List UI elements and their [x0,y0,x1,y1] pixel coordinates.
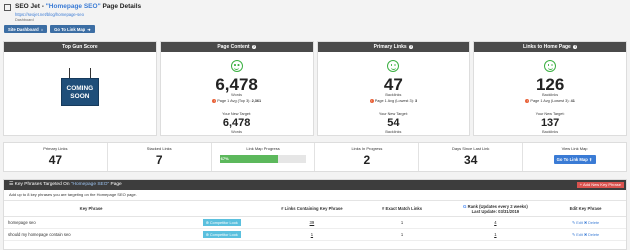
key-phrases-panel: ☰ Key Phrases Targeted On "Homepage SEO"… [3,179,627,250]
smiley-icon [544,60,557,72]
coming-soon-sign: COMING SOON [60,68,99,106]
warning-icon: ! [369,99,374,103]
top-gun-card: Top Gun Score COMING SOON [3,41,157,136]
rank-link[interactable]: 1 [494,232,496,237]
edit-link[interactable]: ✎ Edit [572,233,583,237]
list-icon: ☰ [9,182,14,187]
stat-link-map-progress: Link Map Progress 67% [212,143,316,171]
warning-icon: ! [525,99,530,103]
primary-links-count: 47 [383,75,403,94]
target-value: 54 [387,117,400,129]
smiley-icon [387,60,400,72]
warning-icon: ! [212,99,217,103]
home-icon: ⌂ [40,26,44,32]
progress-bar: 67% [219,155,307,163]
smiley-icon [230,60,243,72]
stat-view-link-map: View Link Map Go To Link Map ⇪ [523,143,626,171]
target-value: 6,478 [222,117,251,129]
col-key-phrase: Key Phrase [4,200,179,217]
card-title: Links to Home Page ? [474,42,626,52]
card-title: Top Gun Score [4,42,156,52]
arrow-icon: ➜ [87,26,91,32]
stats-bar: Primary Links 47 Stacked Links 7 Link Ma… [3,142,627,172]
col-links-containing: # Links Containing Key Phrase [265,200,359,217]
primary-links-card: Primary Links ? 47 Backlinks ! Page 1 Av… [316,41,471,136]
edit-link[interactable]: ✎ Edit [572,221,583,225]
summary-cards: Top Gun Score COMING SOON Page Content ? … [3,41,627,136]
col-rank: G Rank (Updates every 2 weeks) Last Updat… [445,200,546,217]
upload-icon: ⇪ [588,157,593,162]
page-header: SEO Jet - "Homepage SEO" Page Details ht… [4,3,624,33]
key-phrases-table: Key Phrase # Links Containing Key Phrase… [4,200,626,241]
help-icon[interactable]: ? [573,44,578,49]
header-buttons: Site Dashboard ⌂ Go To Link Map ➜ [4,25,95,33]
home-links-count: 126 [535,75,565,94]
page-title: SEO Jet - "Homepage SEO" Page Details [15,3,142,10]
competitor-look-button[interactable]: ⊕ Competitor Look [202,219,241,226]
breadcrumb[interactable]: Dashboard [15,18,34,22]
page1-average: ! Page 1 Avg (Lowest 3): 41 [525,99,575,103]
page-content-card: Page Content ? 6,478 Words ! Page 1 Avg … [159,41,314,136]
delete-link[interactable]: ✖ Delete [584,233,599,237]
google-icon: G [462,203,467,209]
delete-link[interactable]: ✖ Delete [584,221,599,225]
competitor-look-button[interactable]: ⊕ Competitor Look [202,231,241,238]
help-icon[interactable]: ? [409,44,414,49]
help-icon[interactable]: ? [251,44,256,49]
go-to-link-map-button[interactable]: Go To Link Map ⇪ [553,155,596,164]
site-dashboard-button[interactable]: Site Dashboard ⌂ [4,25,48,33]
stat-primary-links: Primary Links 47 [4,143,108,171]
links-count-link[interactable]: 1 [311,232,313,237]
links-home-card: Links to Home Page ? 126 Backlinks ! Pag… [473,41,627,136]
rank-link[interactable]: 4 [494,220,496,225]
table-row: homepage seo ⊕ Competitor Look 39 1 4 ✎ … [4,216,626,229]
go-to-link-map-button[interactable]: Go To Link Map ➜ [50,25,95,33]
logo-icon [4,4,11,11]
progress-fill: 67% [219,155,278,163]
page-url-link[interactable]: https://seojet.net/blog/homepage-seo [15,12,84,17]
stat-stacked-links: Stacked Links 7 [108,143,212,171]
add-key-phrase-button[interactable]: + Add New Key Phrase [576,182,624,188]
key-phrases-header: ☰ Key Phrases Targeted On "Homepage SEO"… [4,180,626,190]
col-edit: Edit Key Phrase [545,200,626,217]
col-exact-match: # Exact Match Links [358,200,446,217]
target-value: 137 [540,117,560,129]
links-count-link[interactable]: 39 [310,220,315,225]
stat-days-since: Days Since Last Link 34 [419,143,524,171]
card-title: Page Content ? [160,42,313,52]
stat-links-in-progress: Links In Progress 2 [315,143,420,171]
card-title: Primary Links ? [317,42,470,52]
table-row: should my homepage contain seo ⊕ Competi… [4,228,626,241]
page1-average: ! Page 1 Avg (Top 3): 2,361 [212,99,262,103]
page1-average: ! Page 1 Avg (Lowest 3): 3 [369,99,418,103]
word-count: 6,478 [215,75,258,94]
key-phrases-subtitle: Add up to 8 key phrases you are targetin… [9,192,137,197]
plus-icon: + [579,182,583,187]
